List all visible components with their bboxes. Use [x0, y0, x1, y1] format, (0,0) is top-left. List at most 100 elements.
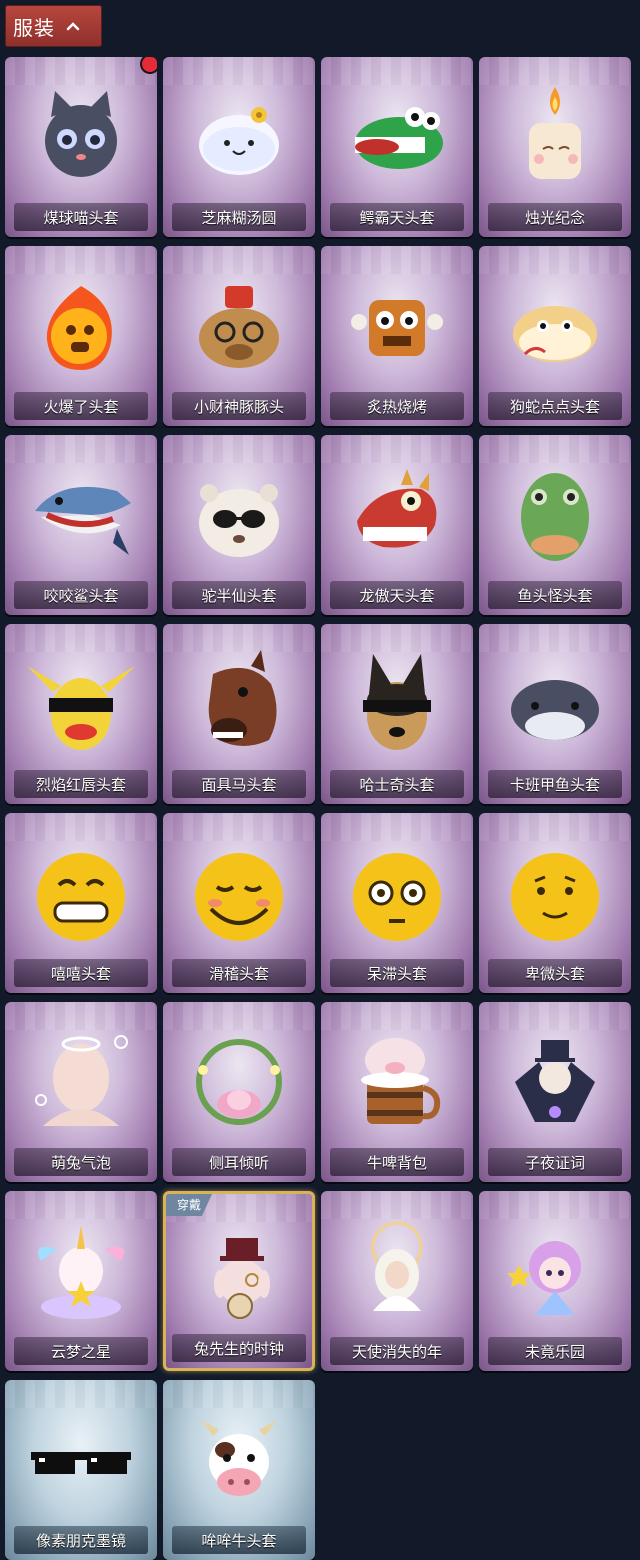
- costume-name-bar: 芝麻糊汤圆: [163, 197, 315, 237]
- costume-card[interactable]: 云梦之星: [5, 1191, 157, 1371]
- costume-name: 兔先生的时钟: [193, 1339, 284, 1358]
- shark-icon: [21, 455, 141, 575]
- costume-name-plate: 像素朋克墨镜: [14, 1526, 148, 1554]
- meat-icon: [337, 266, 457, 386]
- costume-name-bar: 小财神豚豚头: [163, 386, 315, 426]
- costume-name-plate: 小财神豚豚头: [172, 392, 306, 420]
- costume-name: 哈士奇头套: [359, 775, 435, 794]
- costume-name-bar: 像素朋克墨镜: [5, 1520, 157, 1560]
- costume-card[interactable]: 鳄霸天头套: [321, 57, 473, 237]
- angel-icon: [337, 1211, 457, 1331]
- costume-card[interactable]: 小财神豚豚头: [163, 246, 315, 426]
- costume-name: 像素朋克墨镜: [35, 1531, 126, 1550]
- grin-icon: [21, 833, 141, 953]
- costume-name-plate: 烈焰红唇头套: [14, 770, 148, 798]
- costume-name-plate: 烛光纪念: [488, 203, 622, 231]
- costume-card[interactable]: 哞哞牛头套: [163, 1380, 315, 1560]
- costume-card[interactable]: 像素朋克墨镜: [5, 1380, 157, 1560]
- costume-name: 呆滞头套: [366, 964, 427, 983]
- costume-name: 哞哞牛头套: [201, 1531, 277, 1550]
- costume-card[interactable]: 兔先生的时钟 穿戴: [163, 1191, 315, 1371]
- costume-name-bar: 哞哞牛头套: [163, 1520, 315, 1560]
- unicorn-icon: [21, 1211, 141, 1331]
- costume-name-bar: 炙热烧烤: [321, 386, 473, 426]
- costume-name-plate: 云梦之星: [14, 1337, 148, 1365]
- costume-name-plate: 呆滞头套: [330, 959, 464, 987]
- costume-name: 炙热烧烤: [366, 397, 427, 416]
- costume-name-bar: 萌兔气泡: [5, 1142, 157, 1182]
- crow-icon: [495, 1022, 615, 1142]
- costume-card[interactable]: 龙傲天头套: [321, 435, 473, 615]
- costume-grid: 煤球喵头套 芝麻糊汤圆 鳄霸天头套 烛光纪念火爆了头套 小财神豚豚头 炙热烧烤 狗蛇点点头套…: [5, 57, 635, 1560]
- costume-name-bar: 卑微头套: [479, 953, 631, 993]
- cat-icon: [21, 77, 141, 197]
- fire-icon: [21, 266, 141, 386]
- costume-name-plate: 哈士奇头套: [330, 770, 464, 798]
- costume-card[interactable]: 炙热烧烤: [321, 246, 473, 426]
- costume-card[interactable]: 侧耳倾听: [163, 1002, 315, 1182]
- costume-card[interactable]: 芝麻糊汤圆: [163, 57, 315, 237]
- costume-card[interactable]: 呆滞头套: [321, 813, 473, 993]
- costume-card[interactable]: 驼半仙头套: [163, 435, 315, 615]
- smirk-icon: [179, 833, 299, 953]
- costume-card[interactable]: 滑稽头套: [163, 813, 315, 993]
- costume-name-bar: 烛光纪念: [479, 197, 631, 237]
- humble-icon: [495, 833, 615, 953]
- candle-icon: [495, 77, 615, 197]
- costume-card[interactable]: 鱼头怪头套: [479, 435, 631, 615]
- doll-icon: [495, 1211, 615, 1331]
- costume-name: 面具马头套: [201, 775, 277, 794]
- costume-name: 烈焰红唇头套: [35, 775, 126, 794]
- whale-icon: [495, 644, 615, 764]
- costume-name-plate: 嘻嘻头套: [14, 959, 148, 987]
- costume-name-plate: 火爆了头套: [14, 392, 148, 420]
- costume-card[interactable]: 嘻嘻头套: [5, 813, 157, 993]
- costume-card[interactable]: 未竟乐园: [479, 1191, 631, 1371]
- sunglasses-icon: [21, 1400, 141, 1520]
- bubble-icon: [21, 1022, 141, 1142]
- costume-name-plate: 鱼头怪头套: [488, 581, 622, 609]
- dazed-icon: [337, 833, 457, 953]
- section-toggle-button[interactable]: 服装: [5, 5, 102, 47]
- costume-name: 滑稽头套: [208, 964, 269, 983]
- costume-card[interactable]: 卡班甲鱼头套: [479, 624, 631, 804]
- alpaca-icon: [179, 455, 299, 575]
- costume-card[interactable]: 面具马头套: [163, 624, 315, 804]
- costume-card[interactable]: 咬咬鲨头套: [5, 435, 157, 615]
- costume-name-plate: 兔先生的时钟: [172, 1334, 306, 1362]
- costume-name-plate: 炙热烧烤: [330, 392, 464, 420]
- costume-name-bar: 嘻嘻头套: [5, 953, 157, 993]
- costume-name: 子夜证词: [524, 1153, 585, 1172]
- costume-card[interactable]: 哈士奇头套: [321, 624, 473, 804]
- horse-icon: [179, 644, 299, 764]
- costume-card[interactable]: 卑微头套: [479, 813, 631, 993]
- costume-name-bar: 云梦之星: [5, 1331, 157, 1371]
- costume-card[interactable]: 火爆了头套: [5, 246, 157, 426]
- costume-name-bar: 面具马头套: [163, 764, 315, 804]
- costume-name-bar: 滑稽头套: [163, 953, 315, 993]
- costume-card[interactable]: 萌兔气泡: [5, 1002, 157, 1182]
- costume-name: 牛啤背包: [366, 1153, 427, 1172]
- costume-name: 火爆了头套: [43, 397, 119, 416]
- costume-name: 侧耳倾听: [208, 1153, 269, 1172]
- costume-name-bar: 驼半仙头套: [163, 575, 315, 615]
- costume-name: 鳄霸天头套: [359, 208, 435, 227]
- costume-card[interactable]: 子夜证词: [479, 1002, 631, 1182]
- costume-card[interactable]: 天使消失的年: [321, 1191, 473, 1371]
- costume-card[interactable]: 煤球喵头套: [5, 57, 157, 237]
- costume-name-plate: 煤球喵头套: [14, 203, 148, 231]
- section-title: 服装: [13, 15, 55, 40]
- costume-name: 小财神豚豚头: [193, 397, 284, 416]
- costume-card[interactable]: 狗蛇点点头套: [479, 246, 631, 426]
- costume-name-plate: 子夜证词: [488, 1148, 622, 1176]
- costume-name-bar: 鱼头怪头套: [479, 575, 631, 615]
- costume-name-plate: 驼半仙头套: [172, 581, 306, 609]
- costume-name-bar: 煤球喵头套: [5, 197, 157, 237]
- costume-name: 天使消失的年: [351, 1342, 442, 1361]
- costume-name: 萌兔气泡: [50, 1153, 111, 1172]
- costume-name-bar: 兔先生的时钟: [166, 1328, 312, 1368]
- costume-card[interactable]: 烈焰红唇头套: [5, 624, 157, 804]
- costume-card[interactable]: 牛啤背包: [321, 1002, 473, 1182]
- costume-card[interactable]: 烛光纪念: [479, 57, 631, 237]
- costume-name-plate: 滑稽头套: [172, 959, 306, 987]
